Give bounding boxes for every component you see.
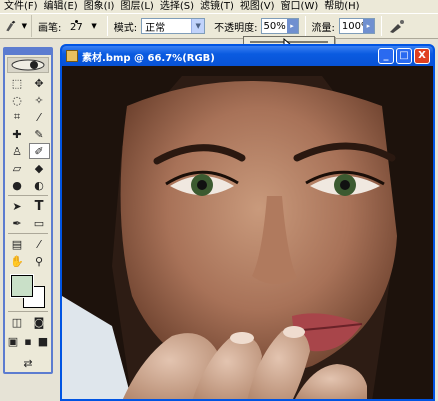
portrait-photo — [62, 66, 433, 399]
path-select-tool-icon[interactable]: ➤ — [7, 198, 28, 214]
options-bar: ▼ 画笔: 27 ▼ 模式: 正常 ▼ 不透明度: 50% ▸ 流量: 100%… — [0, 13, 438, 39]
brush-tool-icon[interactable]: ✎ — [29, 126, 50, 142]
menu-layer[interactable]: 图层(L) — [119, 0, 158, 13]
photoshop-window: 文件(F) 编辑(E) 图象(I) 图层(L) 选择(S) 滤镜(T) 视图(V… — [0, 0, 438, 401]
standard-mode-icon[interactable]: ◫ — [7, 314, 28, 330]
chevron-down-icon: ▼ — [21, 22, 27, 30]
window-controls: _ □ X — [378, 48, 430, 64]
slice-tool-icon[interactable]: ⁄ — [29, 109, 50, 125]
crop-tool-icon[interactable]: ⌗ — [7, 109, 28, 125]
mode-label: 模式: — [113, 22, 138, 34]
marquee-tool-icon[interactable]: ⬚ — [7, 75, 28, 91]
blur-tool-icon[interactable]: ● — [7, 177, 28, 193]
paint-bucket-tool-icon[interactable]: ◆ — [29, 160, 50, 176]
menu-bar: 文件(F) 编辑(E) 图象(I) 图层(L) 选择(S) 滤镜(T) 视图(V… — [0, 0, 438, 13]
chevron-down-icon: ▼ — [191, 19, 205, 33]
healing-brush-tool-icon[interactable]: ✚ — [7, 126, 28, 142]
brush-dropdown-arrow[interactable]: ▼ — [91, 22, 96, 30]
flow-field[interactable]: 100% ▸ — [338, 18, 375, 34]
magic-wand-tool-icon[interactable]: ✧ — [29, 92, 50, 108]
eyedropper-tool-icon[interactable]: ⁄ — [29, 236, 50, 252]
opacity-value: 50% — [263, 20, 286, 32]
close-button[interactable]: X — [414, 48, 430, 64]
menu-edit[interactable]: 编辑(E) — [43, 0, 83, 13]
full-screen-icon[interactable]: ■ — [36, 333, 50, 349]
document-icon — [66, 50, 78, 62]
eraser-tool-icon[interactable]: ▱ — [7, 160, 28, 176]
opacity-slider-toggle[interactable]: ▸ — [286, 19, 298, 33]
brush-size: 27 — [70, 21, 83, 33]
divider — [304, 16, 306, 36]
opacity-label: 不透明度: — [214, 22, 258, 34]
tool-grid-vector: ➤ T ✒ ▭ — [5, 198, 51, 231]
divider — [8, 195, 48, 196]
minimize-button[interactable]: _ — [378, 48, 394, 64]
shape-tool-icon[interactable]: ▭ — [29, 215, 50, 231]
clone-stamp-tool-icon[interactable]: ♙ — [7, 143, 28, 159]
flow-label: 流量: — [311, 22, 335, 34]
tool-preset-picker[interactable]: ▼ — [4, 15, 32, 37]
hand-tool-icon[interactable]: ✋ — [7, 253, 28, 269]
divider — [106, 16, 108, 36]
move-tool-icon[interactable]: ✥ — [29, 75, 50, 91]
mode-select[interactable]: 正常 ▼ — [141, 18, 206, 34]
maximize-button[interactable]: □ — [396, 48, 412, 64]
dodge-tool-icon[interactable]: ◐ — [29, 177, 50, 193]
zoom-tool-icon[interactable]: ⚲ — [29, 253, 50, 269]
opacity-field[interactable]: 50% ▸ — [260, 18, 299, 34]
tool-grid: ⬚ ✥ ◌ ✧ ⌗ ⁄ ✚ ✎ ♙ ✐ ▱ ◆ ● ◐ — [5, 75, 51, 193]
mode-buttons: ◫ ◙ — [5, 314, 51, 330]
standard-screen-icon[interactable]: ▣ — [6, 333, 20, 349]
eye-logo-icon — [11, 59, 45, 71]
airbrush-icon[interactable] — [388, 18, 406, 34]
flow-slider-toggle[interactable]: ▸ — [362, 19, 374, 33]
brush-label: 画笔: — [38, 22, 62, 34]
jump-to-imageready-icon[interactable]: ⇄ — [18, 355, 39, 371]
menu-window[interactable]: 窗口(W) — [280, 0, 324, 13]
menu-file[interactable]: 文件(F) — [3, 0, 43, 13]
toolbox: ⬚ ✥ ◌ ✧ ⌗ ⁄ ✚ ✎ ♙ ✐ ▱ ◆ ● ◐ ➤ T ✒ ▭ ▤ ⁄ … — [3, 47, 53, 374]
full-screen-menu-icon[interactable]: ▪ — [21, 333, 35, 349]
tool-grid-misc: ▤ ⁄ ✋ ⚲ — [5, 236, 51, 269]
brush-picker[interactable]: 27 — [65, 15, 87, 37]
adobe-logo[interactable] — [7, 57, 49, 73]
menu-view[interactable]: 视图(V) — [239, 0, 280, 13]
mode-value: 正常 — [145, 22, 166, 34]
image-canvas[interactable] — [62, 66, 433, 399]
color-swatches — [8, 271, 48, 309]
type-tool-icon[interactable]: T — [29, 198, 50, 214]
document-window: 素材.bmp @ 66.7%(RGB) _ □ X — [60, 44, 435, 401]
menu-help[interactable]: 帮助(H) — [323, 0, 364, 13]
document-titlebar[interactable]: 素材.bmp @ 66.7%(RGB) _ □ X — [62, 46, 433, 66]
lasso-tool-icon[interactable]: ◌ — [7, 92, 28, 108]
divider — [8, 233, 48, 234]
screen-mode-buttons: ▣ ▪ ■ — [5, 333, 51, 349]
menu-image[interactable]: 图象(I) — [83, 0, 120, 13]
document-title: 素材.bmp @ 66.7%(RGB) — [82, 52, 215, 64]
notes-tool-icon[interactable]: ▤ — [7, 236, 28, 252]
pen-tool-icon[interactable]: ✒ — [7, 215, 28, 231]
quick-mask-mode-icon[interactable]: ◙ — [29, 314, 50, 330]
menu-filter[interactable]: 滤镜(T) — [199, 0, 239, 13]
divider — [380, 16, 382, 36]
history-brush-tool-icon[interactable]: ✐ — [28, 143, 50, 159]
foreground-color-swatch[interactable] — [10, 274, 34, 298]
clone-stamp-icon — [6, 20, 16, 32]
divider — [8, 311, 48, 312]
menu-select[interactable]: 选择(S) — [159, 0, 199, 13]
